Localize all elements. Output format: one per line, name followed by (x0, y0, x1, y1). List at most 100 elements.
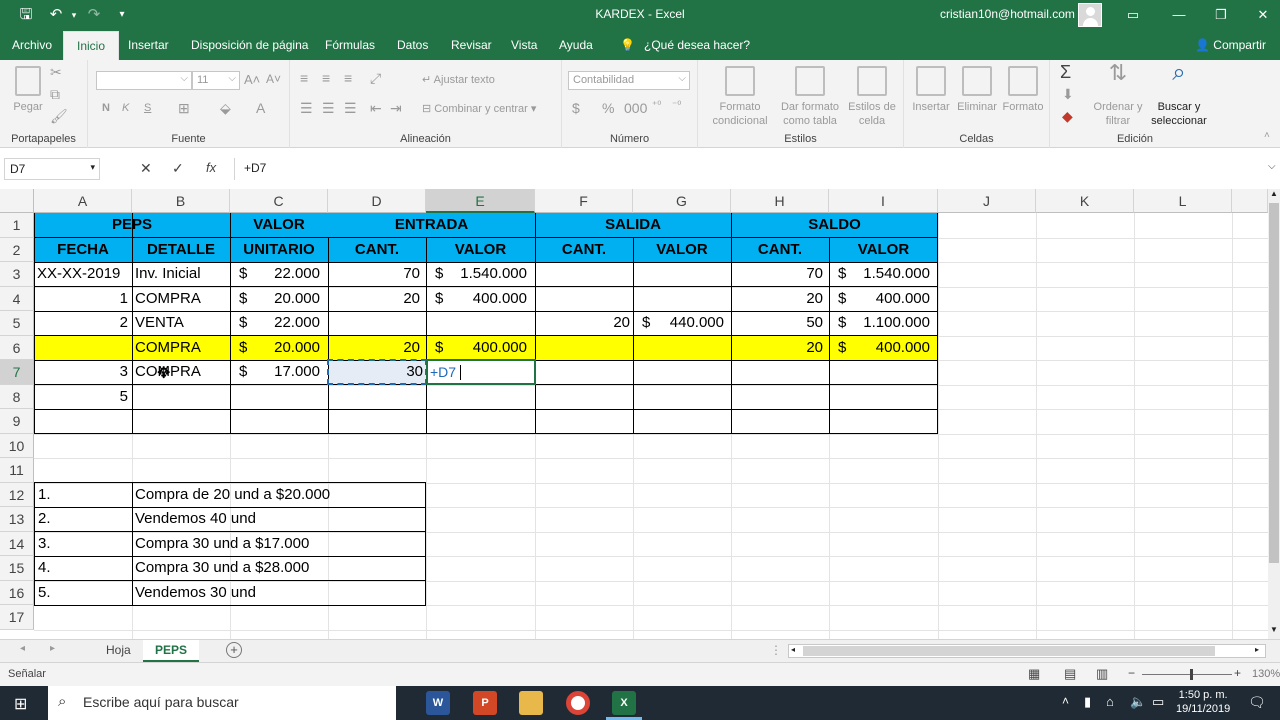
cell-b2[interactable]: DETALLE (132, 238, 230, 262)
select-all-corner[interactable] (0, 189, 34, 213)
cell-d3[interactable]: 70 (328, 262, 420, 286)
zoom-in-icon[interactable]: + (1234, 666, 1241, 680)
page-layout-icon[interactable]: ▤ (1064, 666, 1076, 682)
sheet-tab-hoja[interactable]: Hoja (94, 640, 143, 662)
row-header-16[interactable]: 16 (0, 580, 34, 605)
tab-ayuda[interactable]: Ayuda (559, 38, 593, 52)
row-header-9[interactable]: 9 (0, 409, 34, 434)
horizontal-scrollbar[interactable]: ◂ ▸ (788, 644, 1266, 658)
page-break-icon[interactable]: ▥ (1096, 666, 1108, 682)
cell-b3[interactable]: Inv. Inicial (135, 262, 201, 286)
windows-start-icon[interactable]: ⊞ (14, 694, 27, 714)
italic-button[interactable]: K (122, 102, 129, 114)
note-2-number[interactable]: 2. (38, 507, 51, 531)
row-header-17[interactable]: 17 (0, 605, 34, 630)
copy-icon[interactable]: ⧉ (50, 86, 60, 103)
col-header-k[interactable]: K (1036, 189, 1134, 213)
cell-a3[interactable]: XX-XX-2019 (37, 262, 120, 286)
col-header-e[interactable]: E (426, 189, 535, 213)
align-top-icon[interactable]: ≡ (300, 70, 308, 86)
col-header-m[interactable] (1232, 189, 1268, 213)
row-header-12[interactable]: 12 (0, 482, 34, 507)
cell-h4[interactable]: 20 (731, 287, 823, 311)
clock[interactable]: 1:50 p. m. 19/11/2019 (1176, 688, 1230, 716)
file-explorer-icon[interactable] (519, 691, 543, 715)
note-4-number[interactable]: 4. (38, 556, 51, 580)
note-5-number[interactable]: 5. (38, 581, 51, 605)
underline-button[interactable]: S (144, 102, 151, 114)
restore-icon[interactable]: ❐ (1198, 0, 1244, 30)
zoom-out-icon[interactable]: − (1128, 666, 1135, 680)
align-left-icon[interactable]: ☰ (300, 100, 313, 117)
next-sheet-icon[interactable]: ▸ (50, 643, 55, 654)
name-box[interactable]: D7 ▾ (4, 158, 100, 180)
note-4-text[interactable]: Compra 30 und a $28.000 (135, 556, 309, 580)
battery-icon[interactable]: ▭ (1152, 694, 1164, 710)
col-header-h[interactable]: H (731, 189, 829, 213)
bold-button[interactable]: N (102, 102, 110, 114)
tab-insertar[interactable]: Insertar (128, 38, 169, 52)
zoom-slider[interactable] (1142, 674, 1232, 675)
cell-g5[interactable]: 440.000 (633, 311, 724, 335)
collapse-ribbon-icon[interactable]: ˄ (1264, 130, 1270, 141)
number-format-combo[interactable]: Contabilidad ⌵ (568, 71, 690, 90)
share-button[interactable]: 👤 Compartir (1195, 38, 1266, 52)
decrease-indent-icon[interactable]: ⇤ (370, 100, 382, 117)
col-header-g[interactable]: G (633, 189, 731, 213)
format-table-button[interactable]: Dar formato como tabla (776, 66, 844, 128)
decrease-decimal-icon[interactable]: ⁻⁰ (672, 100, 681, 111)
cell-d2[interactable]: CANT. (328, 238, 426, 262)
expand-formula-icon[interactable]: ⌵ (1268, 161, 1276, 172)
col-header-j[interactable]: J (938, 189, 1036, 213)
row-header-3[interactable]: 3 (0, 262, 34, 287)
excel-app-icon[interactable]: X (612, 691, 636, 715)
horizontal-scroll-thumb[interactable] (803, 646, 1215, 656)
increase-indent-icon[interactable]: ⇥ (390, 100, 402, 117)
merge-center-button[interactable]: ⊟ Combinar y centrar ▾ (422, 102, 536, 115)
align-bottom-icon[interactable]: ≡ (344, 70, 352, 86)
currency-icon[interactable]: $ (572, 100, 580, 116)
note-1-text[interactable]: Compra de 20 und a $20.000 (135, 483, 330, 507)
scroll-left-icon[interactable]: ◂ (791, 645, 795, 654)
paste-button[interactable]: Pegar (8, 66, 48, 114)
fill-color-icon[interactable]: ⬙ (220, 100, 231, 117)
increase-decimal-icon[interactable]: ⁺⁰ (652, 100, 661, 111)
row-header-10[interactable]: 10 (0, 433, 34, 458)
delete-cells-button[interactable]: Eliminar (954, 66, 1000, 114)
cell-b5[interactable]: VENTA (135, 311, 184, 335)
row-header-4[interactable]: 4 (0, 286, 34, 311)
cell-i6[interactable]: 400.000 (829, 336, 930, 360)
cancel-icon[interactable]: ✕ (140, 160, 152, 177)
tab-inicio[interactable]: Inicio (63, 31, 120, 60)
minimize-icon[interactable]: — (1156, 0, 1202, 30)
row-header-8[interactable]: 8 (0, 384, 34, 409)
col-header-b[interactable]: B (132, 189, 230, 213)
cell-i2[interactable]: VALOR (829, 238, 938, 262)
col-header-f[interactable]: F (535, 189, 633, 213)
align-right-icon[interactable]: ☰ (344, 100, 357, 117)
cell-b4[interactable]: COMPRA (135, 287, 201, 311)
autosum-icon[interactable]: Σ (1060, 62, 1071, 83)
tab-revisar[interactable]: Revisar (451, 38, 492, 52)
cut-icon[interactable]: ✂ (50, 64, 62, 81)
cell-styles-button[interactable]: Estilos de celda (844, 66, 900, 128)
fill-icon[interactable]: ⬇ (1062, 86, 1074, 103)
font-size-combo[interactable]: 11 ⌵ (192, 71, 240, 90)
enter-icon[interactable]: ✓ (172, 160, 184, 177)
row-header-13[interactable]: 13 (0, 507, 34, 532)
formula-input[interactable]: +D7 (238, 158, 1268, 180)
task-view-icon[interactable]: ⧉ (382, 693, 393, 711)
zoom-slider-thumb[interactable] (1190, 669, 1193, 680)
sheet-tab-peps[interactable]: PEPS (143, 640, 200, 662)
worksheet-grid[interactable]: A B C D E F G H I J K L 1 2 3 4 5 6 7 8 … (0, 189, 1268, 639)
grow-font-icon[interactable]: A˄ (244, 72, 260, 87)
cell-i5[interactable]: 1.100.000 (829, 311, 930, 335)
cell-e4[interactable]: 400.000 (426, 287, 527, 311)
sort-filter-button[interactable]: ⇅ Ordenar y filtrar (1090, 62, 1146, 128)
vertical-scrollbar[interactable]: ▲ ▼ (1268, 189, 1280, 639)
note-2-text[interactable]: Vendemos 40 und (135, 507, 256, 531)
cell-f5[interactable]: 20 (535, 311, 630, 335)
row-header-11[interactable]: 11 (0, 458, 34, 483)
cell-h3[interactable]: 70 (731, 262, 823, 286)
cell-h6[interactable]: 20 (731, 336, 823, 360)
